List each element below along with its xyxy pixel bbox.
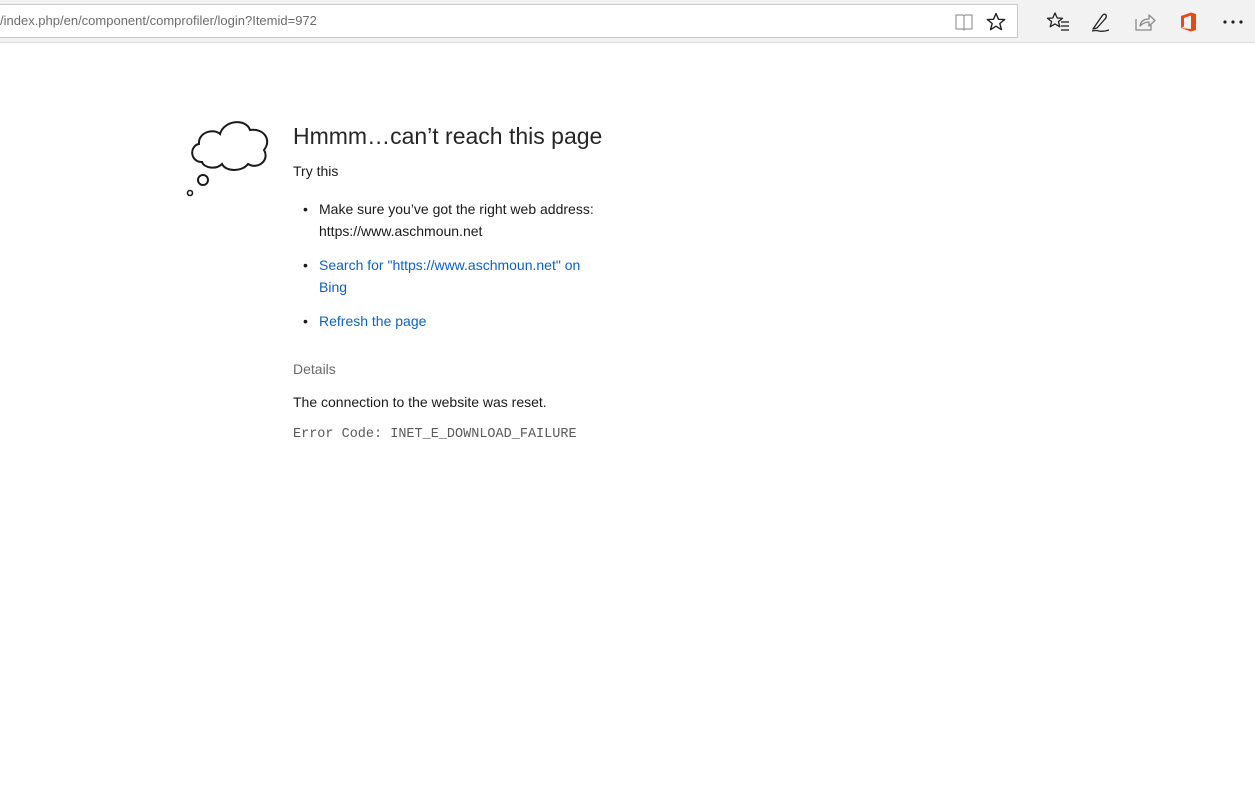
- favorites-hub-icon[interactable]: [1045, 9, 1071, 35]
- refresh-page-link[interactable]: Refresh the page: [319, 313, 426, 329]
- browser-toolbar: /index.php/en/component/comprofiler/logi…: [0, 0, 1255, 43]
- details-toggle[interactable]: Details: [293, 361, 613, 377]
- suggestion-address-text: Make sure you’ve got the right web addre…: [319, 201, 594, 239]
- web-note-icon[interactable]: [1088, 9, 1114, 35]
- bullet: •: [303, 257, 308, 273]
- reset-message: The connection to the website was reset.: [293, 394, 547, 410]
- thought-cloud-icon: [184, 114, 274, 205]
- url-text[interactable]: /index.php/en/component/comprofiler/logi…: [0, 13, 317, 28]
- bullet: •: [303, 201, 308, 217]
- bullet: •: [303, 313, 308, 329]
- list-item: • Refresh the page: [293, 310, 609, 332]
- search-bing-link[interactable]: Search for "https://www.aschmoun.net" on…: [319, 257, 580, 295]
- address-bar[interactable]: /index.php/en/component/comprofiler/logi…: [0, 4, 1018, 38]
- error-main: Hmmm…can’t reach this page Try this • Ma…: [293, 120, 613, 442]
- page-content: Hmmm…can’t reach this page Try this • Ma…: [0, 44, 1255, 799]
- office-icon[interactable]: [1176, 9, 1202, 35]
- page-title: Hmmm…can’t reach this page: [293, 123, 603, 149]
- share-icon[interactable]: [1132, 9, 1158, 35]
- favorite-star-icon[interactable]: [985, 11, 1007, 33]
- list-item: • Search for "https://www.aschmoun.net" …: [293, 254, 609, 298]
- suggestion-list: • Make sure you’ve got the right web add…: [293, 198, 613, 332]
- try-this-label: Try this: [293, 163, 339, 179]
- reading-view-icon[interactable]: [953, 11, 975, 33]
- error-code: Error Code: INET_E_DOWNLOAD_FAILURE: [293, 427, 577, 442]
- more-icon[interactable]: [1220, 9, 1246, 35]
- list-item: • Make sure you’ve got the right web add…: [293, 198, 609, 242]
